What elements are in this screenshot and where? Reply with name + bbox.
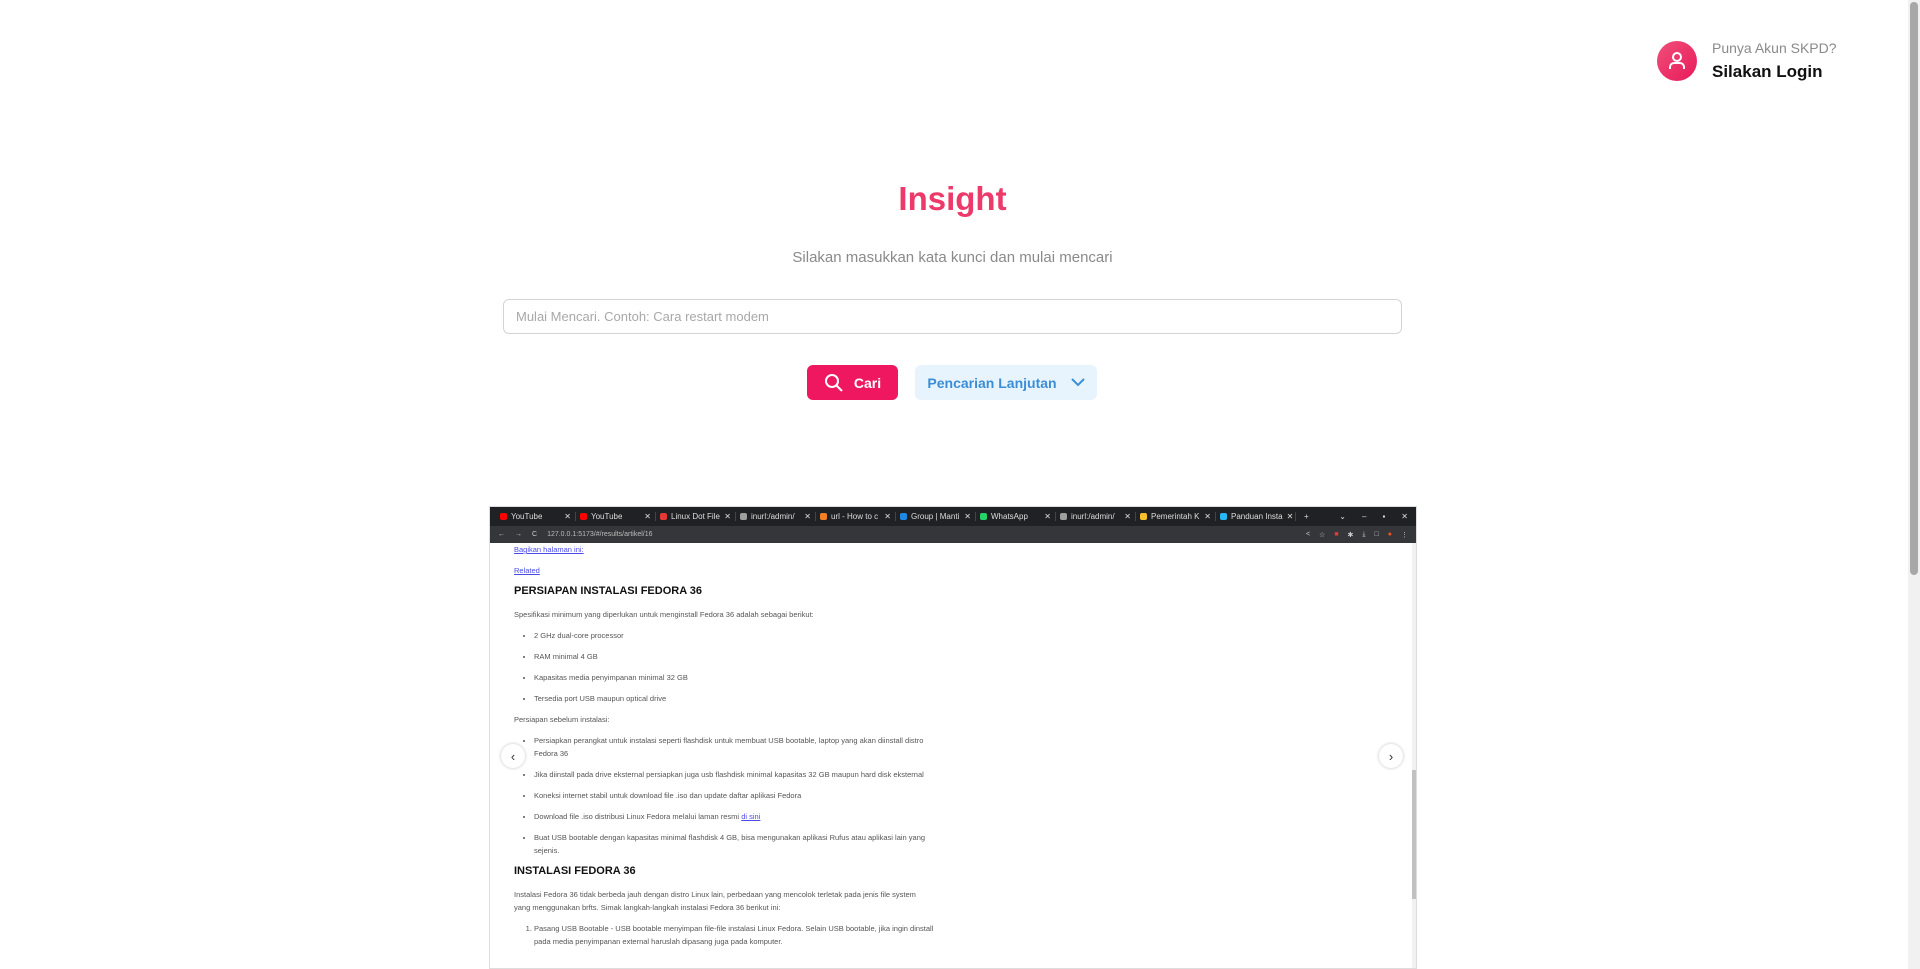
tab-label: Pemerintah K xyxy=(1151,512,1200,521)
back-icon: ← xyxy=(498,531,505,538)
favicon-icon xyxy=(1220,513,1227,520)
browser-tab: inurl:/admin/ ✕ xyxy=(736,512,816,521)
browser-address-bar: ← → C 127.0.0.1:5173/#/results/artikel/16 … xyxy=(490,526,1416,543)
login-link[interactable]: Punya Akun SKPD? Silakan Login xyxy=(1657,40,1837,82)
puzzle-icon: ✱ xyxy=(1347,531,1354,539)
close-icon: ✕ xyxy=(1401,512,1408,521)
browser-tab: url - How to c ✕ xyxy=(816,512,896,521)
favicon-icon xyxy=(740,513,747,520)
article-heading: INSTALASI FEDORA 36 xyxy=(514,865,636,877)
tab-label: Panduan Insta xyxy=(1231,512,1283,521)
article-heading: PERSIAPAN INSTALASI FEDORA 36 xyxy=(514,585,703,597)
list-item: Tersedia port USB maupun optical drive xyxy=(534,692,934,705)
favicon-icon xyxy=(980,513,987,520)
favicon-icon xyxy=(500,513,507,520)
forward-icon: → xyxy=(515,531,522,538)
star-icon: ☆ xyxy=(1319,531,1326,539)
url-text: 127.0.0.1:5173/#/results/artikel/16 xyxy=(547,531,653,538)
related-link: Related xyxy=(514,566,540,575)
page-scrollbar[interactable] xyxy=(1908,0,1920,969)
list-item: Persiapkan perangkat untuk instalasi sep… xyxy=(534,734,934,760)
login-question: Punya Akun SKPD? xyxy=(1712,40,1837,56)
tab-search-icon: ⌄ xyxy=(1339,512,1346,521)
maximize-icon: ▪ xyxy=(1382,512,1386,521)
list-item: Pasang USB Bootable - USB bootable menyi… xyxy=(534,922,934,948)
tab-close-icon: ✕ xyxy=(1286,512,1294,521)
login-label[interactable]: Silakan Login xyxy=(1712,62,1837,82)
search-icon xyxy=(824,373,843,392)
article-paragraph: Persiapan sebelum instalasi: xyxy=(514,715,610,724)
list-item: 2 GHz dual-core processor xyxy=(534,629,934,642)
download-link: di sini xyxy=(741,812,761,821)
list-item: Koneksi internet stabil untuk download f… xyxy=(534,789,934,802)
extension-icon: ■ xyxy=(1334,530,1339,538)
tab-close-icon: ✕ xyxy=(964,512,971,521)
browser-tab-bar: YouTube ✕ YouTube ✕ Linux Dot File ✕ inurl:/ad… xyxy=(490,507,1416,526)
tab-label: YouTube xyxy=(591,512,623,521)
browser-tab: Group | Manti ✕ xyxy=(896,512,976,521)
tab-label: YouTube xyxy=(511,512,543,521)
browser-tab: YouTube ✕ xyxy=(496,512,576,521)
search-button[interactable]: Cari xyxy=(807,365,898,400)
browser-tab: Linux Dot File ✕ xyxy=(656,512,736,521)
minimize-icon: – xyxy=(1362,512,1367,521)
article-paragraph: Instalasi Fedora 36 tidak berbeda jauh d… xyxy=(514,890,916,912)
profile-icon: ● xyxy=(1387,530,1392,538)
download-text: Download file .iso distribusi Linux Fedo… xyxy=(534,812,742,821)
tab-close-icon: ✕ xyxy=(804,512,811,521)
tab-close-icon: ✕ xyxy=(724,512,731,521)
chevron-right-icon: › xyxy=(1388,748,1394,764)
new-tab-icon: + xyxy=(1304,512,1309,521)
tab-close-icon: ✕ xyxy=(1124,512,1131,521)
tab-label: inurl:/admin/ xyxy=(1071,512,1115,521)
tab-close-icon: ✕ xyxy=(564,512,571,521)
tab-label: url - How to c xyxy=(831,512,879,521)
browser-tab: Pemerintah K ✕ xyxy=(1136,512,1216,521)
tab-close-icon: ✕ xyxy=(1044,512,1051,521)
browser-tab: WhatsApp ✕ xyxy=(976,512,1056,521)
tab-close-icon: ✕ xyxy=(1204,512,1211,521)
favicon-icon xyxy=(1060,513,1067,520)
carousel-prev-button[interactable]: ‹ xyxy=(501,744,525,768)
page-title: Insight xyxy=(898,180,1007,217)
user-icon xyxy=(1657,41,1697,81)
chevron-down-icon xyxy=(1070,378,1085,387)
advanced-search-label: Pencarian Lanjutan xyxy=(927,374,1057,391)
page-subtitle: Silakan masukkan kata kunci dan mulai me… xyxy=(792,249,1113,266)
favicon-icon xyxy=(900,513,907,520)
list-item: Jika diinstall pada drive eksternal pers… xyxy=(534,768,934,781)
list-item: Buat USB bootable dengan kapasitas minim… xyxy=(534,831,934,857)
carousel-next-button[interactable]: › xyxy=(1379,744,1403,768)
favicon-icon xyxy=(660,513,667,520)
inner-scrollbar xyxy=(1412,543,1416,968)
advanced-search-button[interactable]: Pencarian Lanjutan xyxy=(915,365,1097,400)
article-paragraph: Spesifikasi minimum yang diperlukan untu… xyxy=(514,610,814,619)
article-content: Bagikan halaman ini: Related PERSIAPAN I… xyxy=(514,543,934,956)
browser-tab: YouTube ✕ xyxy=(576,512,656,521)
carousel-slide-screenshot: YouTube ✕ YouTube ✕ Linux Dot File ✕ inurl:/ad… xyxy=(489,506,1417,969)
share-icon: < xyxy=(1305,530,1311,538)
search-button-label: Cari xyxy=(853,374,882,391)
search-input[interactable] xyxy=(503,299,1402,334)
browser-tab: inurl:/admin/ ✕ xyxy=(1056,512,1136,521)
tab-label: inurl:/admin/ xyxy=(751,512,795,521)
tab-label: WhatsApp xyxy=(991,512,1028,521)
tab-close-icon: ✕ xyxy=(884,512,891,521)
list-item: RAM minimal 4 GB xyxy=(534,650,934,663)
reload-icon: C xyxy=(532,531,538,538)
tab-close-icon: ✕ xyxy=(644,512,651,521)
list-item: Kapasitas media penyimpanan minimal 32 G… xyxy=(534,671,934,684)
favicon-icon xyxy=(580,513,587,520)
menu-icon: ⋮ xyxy=(1401,531,1408,539)
tab-label: Linux Dot File xyxy=(671,512,720,521)
sidebar-icon: □ xyxy=(1374,530,1379,538)
list-item: Download file .iso distribusi Linux Fedo… xyxy=(534,810,934,823)
favicon-icon xyxy=(820,513,827,520)
chevron-left-icon: ‹ xyxy=(510,748,516,764)
favicon-icon xyxy=(1140,513,1147,520)
browser-tab: Panduan Insta ✕ xyxy=(1216,512,1296,521)
share-link: Bagikan halaman ini: xyxy=(514,545,584,554)
tab-label: Group | Manti xyxy=(911,512,960,521)
download-icon: ⤓ xyxy=(1362,530,1366,538)
